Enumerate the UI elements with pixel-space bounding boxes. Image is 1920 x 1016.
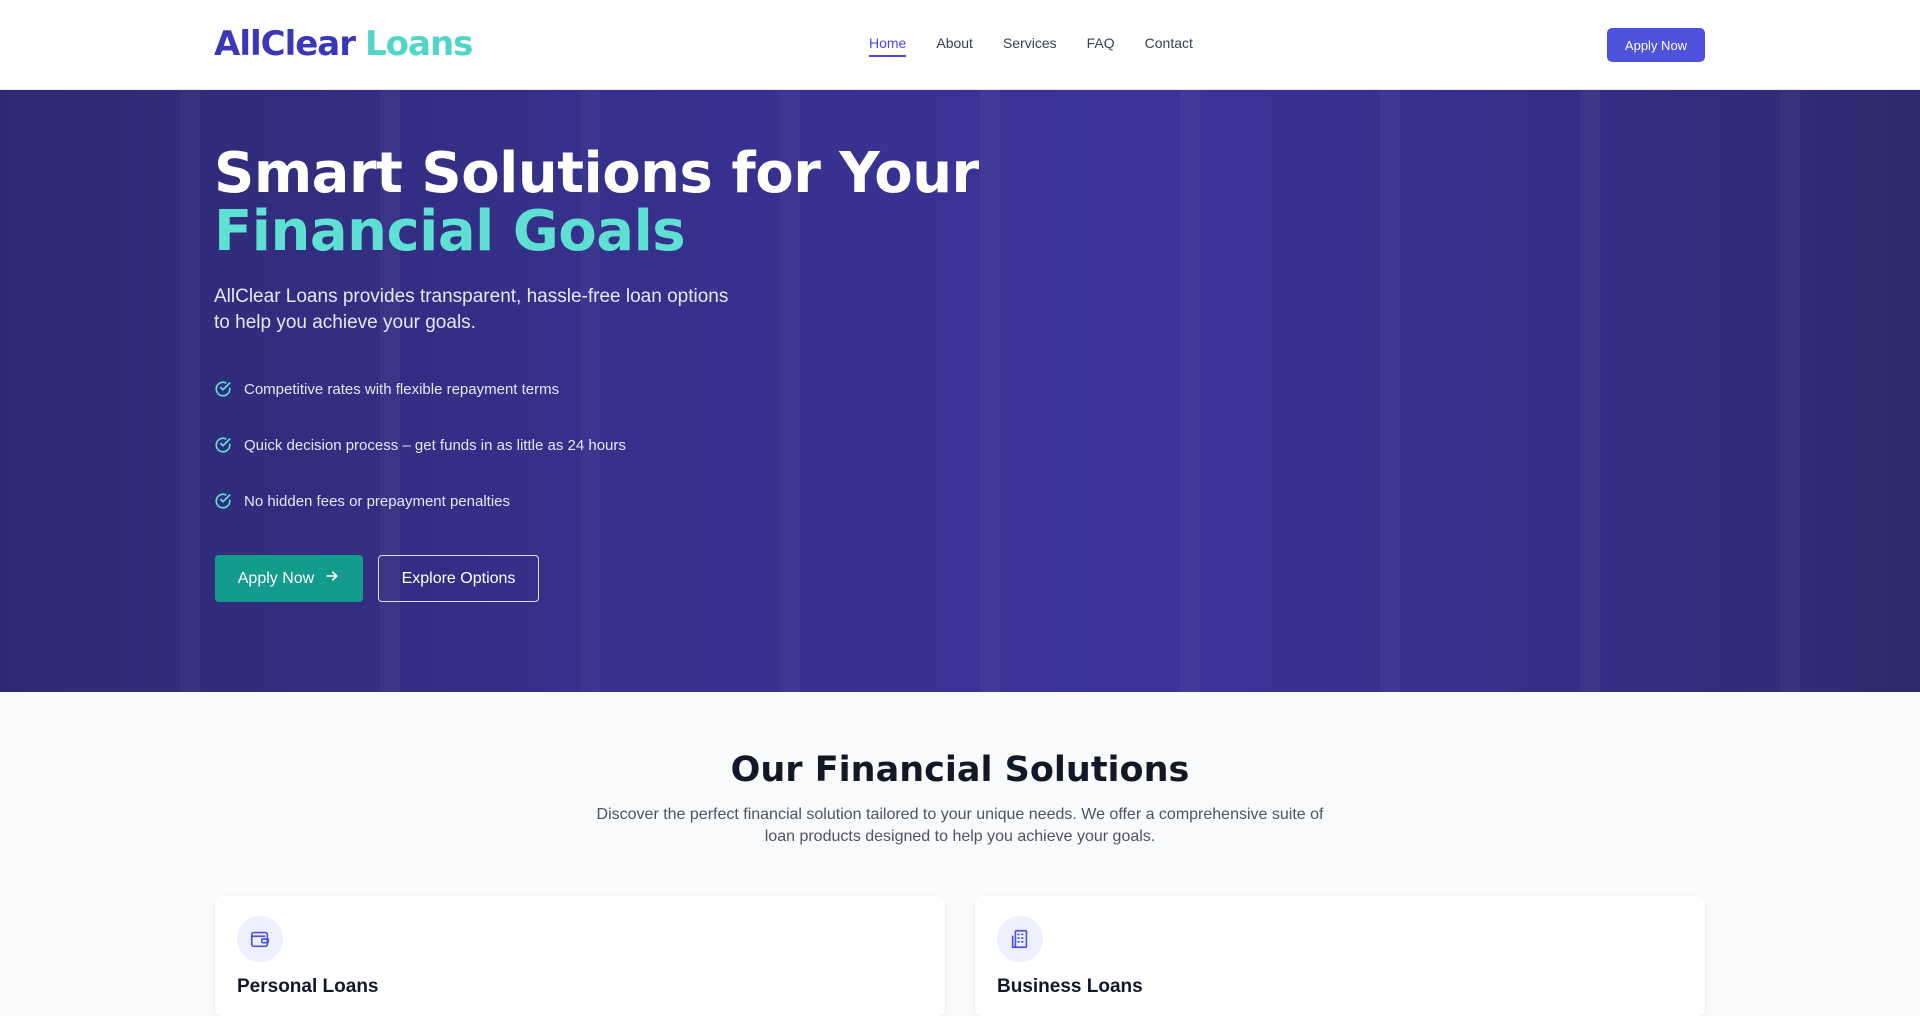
hero-title-line2: Financial Goals (214, 199, 686, 264)
card-title: Business Loans (997, 976, 1143, 997)
hero-title: Smart Solutions for Your Financial Goals (214, 145, 979, 261)
hero-title-line1: Smart Solutions for Your (214, 141, 979, 206)
explore-options-button[interactable]: Explore Options (378, 555, 539, 602)
feature-text: No hidden fees or prepayment penalties (244, 492, 511, 510)
hero-apply-now-button[interactable]: Apply Now (215, 555, 363, 602)
feature-item: Quick decision process – get funds in as… (214, 435, 626, 455)
logo-text-allclear: AllClear (214, 24, 356, 64)
feature-item: Competitive rates with flexible repaymen… (214, 379, 626, 399)
arrow-right-icon (324, 568, 340, 589)
nav-contact[interactable]: Contact (1145, 34, 1193, 57)
feature-text: Quick decision process – get funds in as… (244, 436, 626, 454)
solutions-description: Discover the perfect financial solution … (596, 806, 1324, 845)
business-loans-card[interactable]: Business Loans (975, 896, 1705, 1016)
main-nav: Home About Services FAQ Contact (869, 34, 1223, 57)
hero-feature-list: Competitive rates with flexible repaymen… (214, 379, 626, 547)
building-icon (997, 916, 1043, 962)
nav-about[interactable]: About (936, 34, 973, 57)
hero-apply-now-label: Apply Now (237, 569, 315, 587)
site-header: AllClear Loans Home About Services FAQ Co… (0, 0, 1920, 90)
logo[interactable]: AllClear Loans (214, 24, 473, 64)
nav-services[interactable]: Services (1003, 34, 1057, 57)
hero-section: Smart Solutions for Your Financial Goals… (0, 90, 1920, 692)
header-apply-now-button[interactable]: Apply Now (1607, 28, 1705, 62)
check-circle-icon (214, 492, 232, 510)
personal-loans-card[interactable]: Personal Loans (215, 896, 945, 1016)
feature-item: No hidden fees or prepayment penalties (214, 491, 626, 511)
feature-text: Competitive rates with flexible repaymen… (244, 380, 560, 398)
check-circle-icon (214, 380, 232, 398)
wallet-icon (237, 916, 283, 962)
check-circle-icon (214, 436, 232, 454)
nav-home[interactable]: Home (869, 34, 907, 57)
card-title: Personal Loans (237, 976, 379, 997)
hero-subtitle: AllClear Loans provides transparent, has… (214, 286, 729, 333)
logo-text-loans: Loans (365, 24, 473, 64)
solutions-title: Our Financial Solutions (730, 750, 1190, 790)
nav-faq[interactable]: FAQ (1087, 34, 1115, 57)
